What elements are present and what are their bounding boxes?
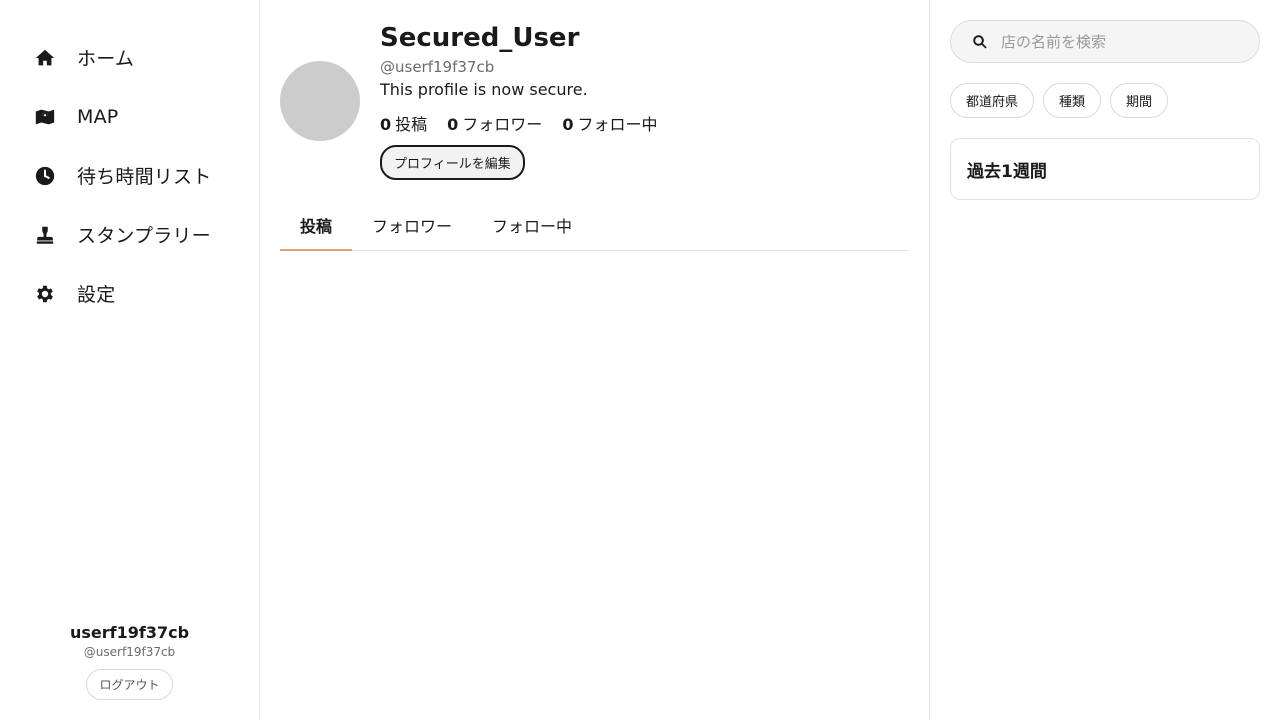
clock-icon xyxy=(34,165,56,187)
profile-handle: @userf19f37cb xyxy=(380,58,495,76)
period-card-title: 過去1週間 xyxy=(967,161,1047,182)
stamp-icon xyxy=(34,224,56,246)
stat-label: フォロワー xyxy=(462,115,543,134)
sidebar-item-home[interactable]: ホーム xyxy=(0,28,259,87)
sidebar-item-label: 待ち時間リスト xyxy=(77,166,212,188)
stat-posts[interactable]: 0 投稿 xyxy=(380,111,427,135)
sidebar-nav: ホーム MAP 待ち時間リスト スタンプラリー 設定 xyxy=(0,28,259,323)
profile-tabs: 投稿 フォロワー フォロー中 xyxy=(280,200,909,251)
search-icon xyxy=(973,34,987,49)
sidebar-user-handle: @userf19f37cb xyxy=(83,645,176,659)
filter-type-button[interactable]: 種類 xyxy=(1043,83,1102,118)
stat-following[interactable]: 0 フォロー中 xyxy=(562,111,657,135)
profile-display-name: Secured_User xyxy=(380,23,580,53)
map-icon xyxy=(34,106,56,128)
app-root: ホーム MAP 待ち時間リスト スタンプラリー 設定 userf19f37cb … xyxy=(0,0,1280,720)
filter-prefecture-button[interactable]: 都道府県 xyxy=(950,83,1035,118)
sidebar-username: userf19f37cb xyxy=(69,623,190,642)
sidebar-item-label: MAP xyxy=(77,105,119,128)
sidebar-item-label: ホーム xyxy=(77,48,135,70)
avatar xyxy=(280,61,360,141)
search-input[interactable] xyxy=(1001,32,1241,51)
stat-count: 0 xyxy=(447,115,459,134)
profile-header: Secured_User @userf19f37cb This profile … xyxy=(280,20,909,180)
profile-bio: This profile is now secure. xyxy=(380,80,588,99)
sidebar-user-card: userf19f37cb @userf19f37cb ログアウト xyxy=(0,623,259,700)
main-content: Secured_User @userf19f37cb This profile … xyxy=(260,0,930,720)
profile-info: Secured_User @userf19f37cb This profile … xyxy=(380,20,677,180)
tab-posts[interactable]: 投稿 xyxy=(280,200,353,251)
stat-label: 投稿 xyxy=(395,115,428,134)
edit-profile-button[interactable]: プロフィールを編集 xyxy=(380,145,525,180)
stat-label: フォロー中 xyxy=(577,115,658,134)
filter-chips: 都道府県 種類 期間 xyxy=(950,83,1260,118)
sidebar-item-stamp-rally[interactable]: スタンプラリー xyxy=(0,205,259,264)
sidebar-item-settings[interactable]: 設定 xyxy=(0,264,259,323)
search-box[interactable] xyxy=(950,20,1260,63)
sidebar-item-label: スタンプラリー xyxy=(77,225,211,247)
period-card: 過去1週間 xyxy=(950,138,1260,200)
right-panel: 都道府県 種類 期間 過去1週間 xyxy=(930,0,1280,720)
tab-followers[interactable]: フォロワー xyxy=(352,200,472,250)
stat-count: 0 xyxy=(562,115,574,134)
sidebar-item-label: 設定 xyxy=(77,284,116,306)
stat-count: 0 xyxy=(380,115,392,134)
home-icon xyxy=(34,47,56,69)
sidebar: ホーム MAP 待ち時間リスト スタンプラリー 設定 userf19f37cb … xyxy=(0,0,260,720)
sidebar-item-wait-list[interactable]: 待ち時間リスト xyxy=(0,146,259,205)
filter-period-button[interactable]: 期間 xyxy=(1110,83,1169,118)
logout-button[interactable]: ログアウト xyxy=(86,669,173,700)
stat-followers[interactable]: 0 フォロワー xyxy=(447,111,542,135)
sidebar-item-map[interactable]: MAP xyxy=(0,87,259,146)
gear-icon xyxy=(34,283,56,305)
profile-stats: 0 投稿 0 フォロワー 0 フォロー中 xyxy=(380,111,677,135)
tab-following[interactable]: フォロー中 xyxy=(472,200,592,250)
